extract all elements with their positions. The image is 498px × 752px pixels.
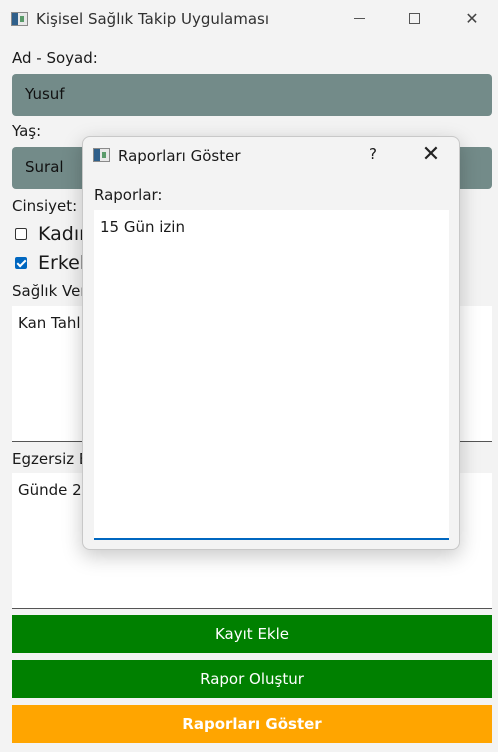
gender-male-checkbox[interactable]: Erkek (15, 252, 91, 274)
minimize-icon (353, 17, 365, 19)
reports-label: Raporlar: (94, 186, 163, 204)
checkbox-checked-icon (15, 257, 27, 269)
minimize-button[interactable] (336, 0, 382, 36)
close-button[interactable]: ✕ (449, 0, 495, 36)
gender-female-checkbox[interactable]: Kadın (15, 223, 91, 245)
create-report-button[interactable]: Rapor Oluştur (12, 660, 492, 698)
title-bar: Kişisel Sağlık Takip Uygulaması ✕ (0, 0, 498, 38)
close-icon: ✕ (465, 8, 479, 28)
add-record-button[interactable]: Kayıt Ekle (12, 615, 492, 653)
maximize-button[interactable] (391, 0, 437, 36)
exercise-text: Günde 2 (18, 481, 82, 499)
dialog-app-icon (93, 148, 110, 162)
gender-label: Cinsiyet: (12, 197, 78, 215)
app-icon (11, 12, 28, 26)
reports-textarea[interactable]: 15 Gün izin (94, 210, 449, 540)
show-reports-button[interactable]: Raporları Göster (12, 705, 492, 743)
name-label: Ad - Soyad: (12, 49, 98, 67)
help-button[interactable]: ? (363, 145, 383, 165)
window-title: Kişisel Sağlık Takip Uygulaması (36, 10, 270, 28)
name-field[interactable]: Yusuf (12, 74, 492, 116)
maximize-icon (408, 12, 420, 24)
age-label: Yaş: (12, 122, 42, 140)
reports-text: 15 Gün izin (100, 218, 185, 236)
reports-dialog: Raporları Göster ? ✕ Raporlar: 15 Gün iz… (82, 136, 460, 550)
checkbox-icon (15, 228, 27, 240)
dialog-title: Raporları Göster (118, 147, 241, 165)
dialog-close-button[interactable]: ✕ (417, 141, 445, 169)
